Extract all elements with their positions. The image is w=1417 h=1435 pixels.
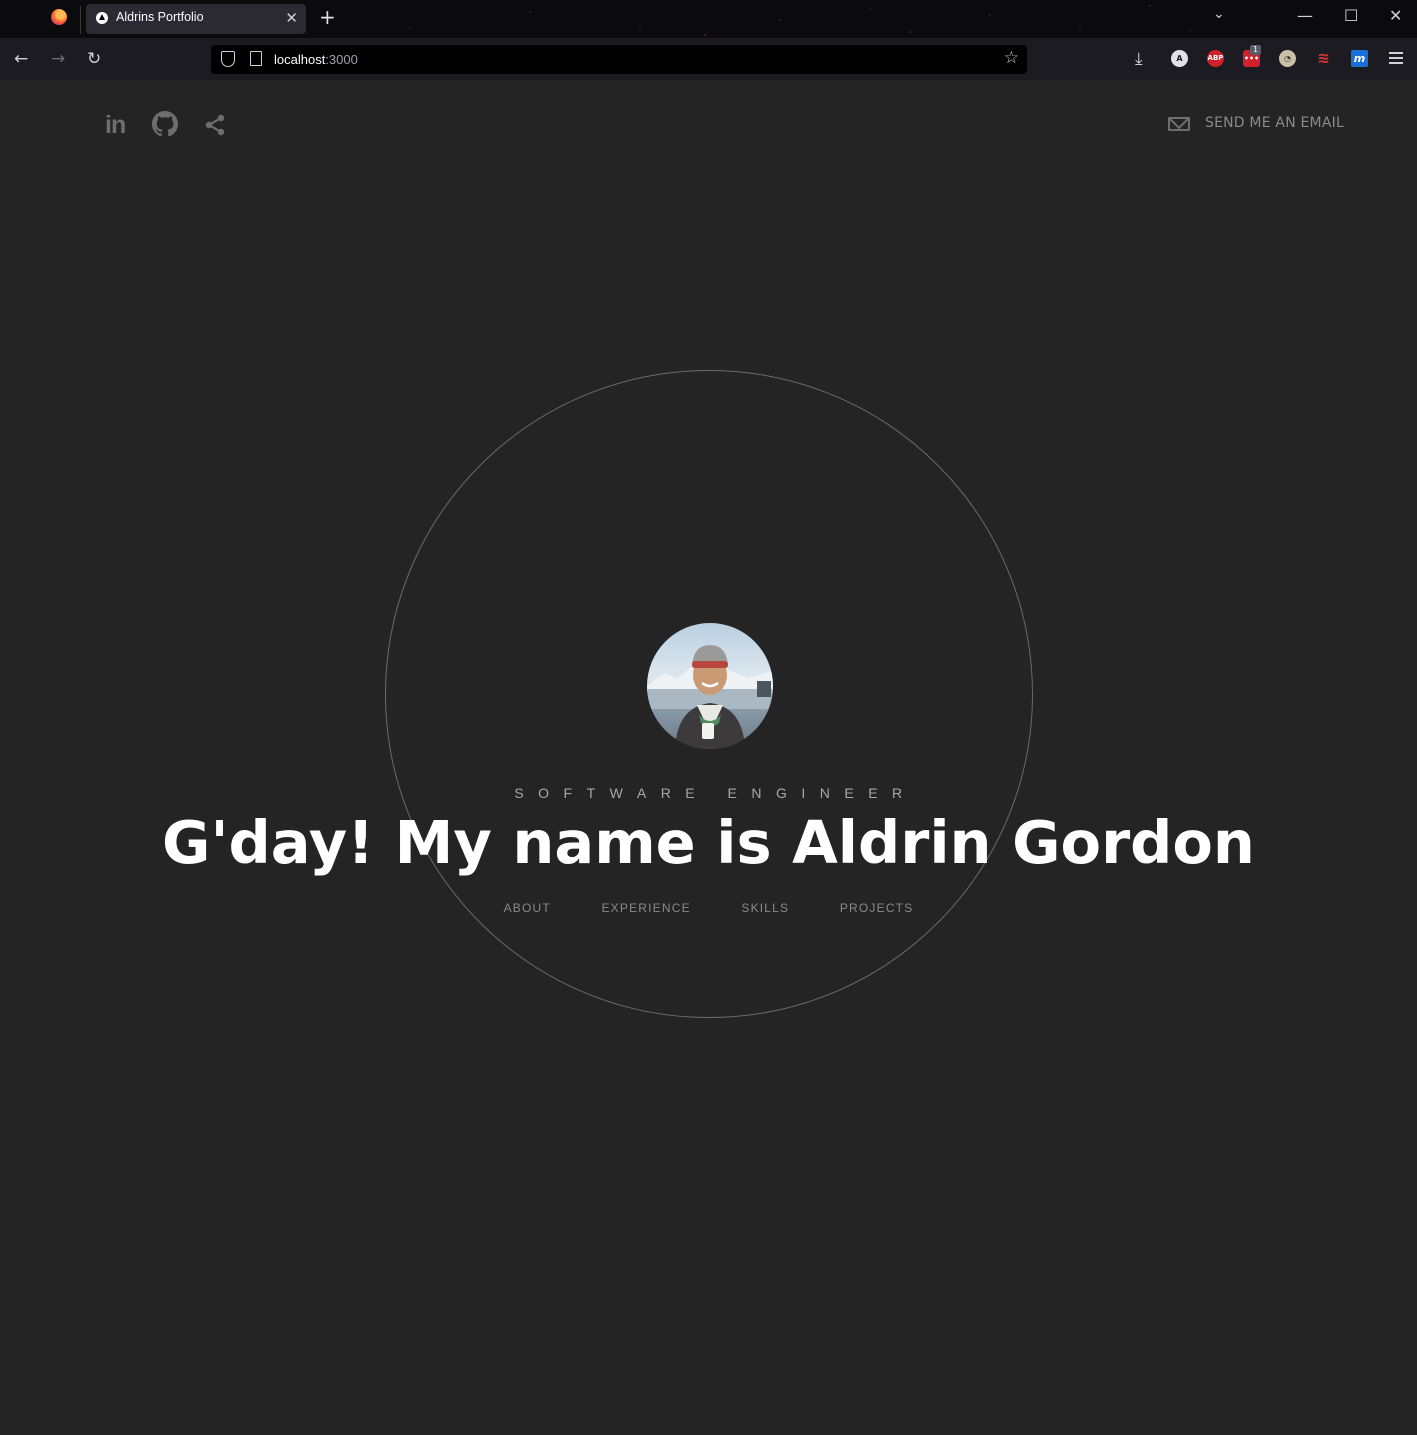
- favicon-icon: [96, 12, 108, 24]
- tab-close-icon[interactable]: ✕: [285, 8, 298, 28]
- extension-a-icon[interactable]: A: [1171, 50, 1188, 67]
- extension-badge: 1: [1250, 45, 1262, 55]
- extension-face-icon[interactable]: ◔: [1279, 50, 1296, 67]
- menu-icon[interactable]: [1389, 52, 1403, 67]
- nav-link-about[interactable]: ABOUT: [504, 901, 551, 915]
- downloads-icon[interactable]: ⤓: [1135, 50, 1143, 68]
- tab-title: Aldrins Portfolio: [116, 10, 204, 24]
- browser-tab[interactable]: Aldrins Portfolio ✕: [86, 4, 306, 34]
- nav-link-projects[interactable]: PROJECTS: [840, 901, 914, 915]
- firefox-icon[interactable]: [51, 9, 67, 25]
- share-icon[interactable]: [203, 113, 227, 137]
- shield-icon[interactable]: [221, 51, 235, 67]
- linkedin-icon[interactable]: in: [105, 112, 126, 138]
- url-text[interactable]: localhost:3000: [274, 52, 358, 67]
- minimize-icon[interactable]: —: [1297, 6, 1313, 26]
- avatar: [647, 623, 773, 749]
- maximize-icon[interactable]: ☐: [1344, 6, 1358, 26]
- list-tabs-chevron-icon[interactable]: ⌄: [1213, 6, 1225, 22]
- nav-link-experience[interactable]: EXPERIENCE: [601, 901, 690, 915]
- browser-tab-bar: Aldrins Portfolio ✕ + ⌄ — ☐ ✕: [0, 0, 1417, 38]
- address-bar[interactable]: localhost:3000 ☆: [211, 45, 1027, 74]
- extension-m-icon[interactable]: m: [1351, 50, 1368, 67]
- reload-icon[interactable]: ↻: [87, 50, 101, 68]
- new-tab-icon[interactable]: +: [319, 5, 336, 29]
- close-window-icon[interactable]: ✕: [1389, 6, 1402, 26]
- adblock-plus-icon[interactable]: ABP: [1207, 50, 1224, 67]
- back-icon[interactable]: ←: [14, 50, 28, 68]
- bookmark-star-icon[interactable]: ☆: [1004, 48, 1019, 68]
- envelope-icon: [1168, 117, 1190, 131]
- tab-divider: [80, 6, 81, 34]
- nav-link-skills[interactable]: SKILLS: [741, 901, 789, 915]
- role-subtitle: SOFTWARE ENGINEER: [514, 785, 917, 801]
- page-title: G'day! My name is Aldrin Gordon: [162, 808, 1255, 877]
- page-info-icon[interactable]: [250, 51, 262, 66]
- send-email-label: SEND ME AN EMAIL: [1205, 115, 1344, 131]
- forward-icon[interactable]: →: [51, 50, 65, 68]
- github-icon[interactable]: [152, 111, 178, 137]
- section-nav: ABOUT EXPERIENCE SKILLS PROJECTS: [0, 901, 1417, 915]
- extension-stack-icon[interactable]: ≋: [1315, 50, 1332, 67]
